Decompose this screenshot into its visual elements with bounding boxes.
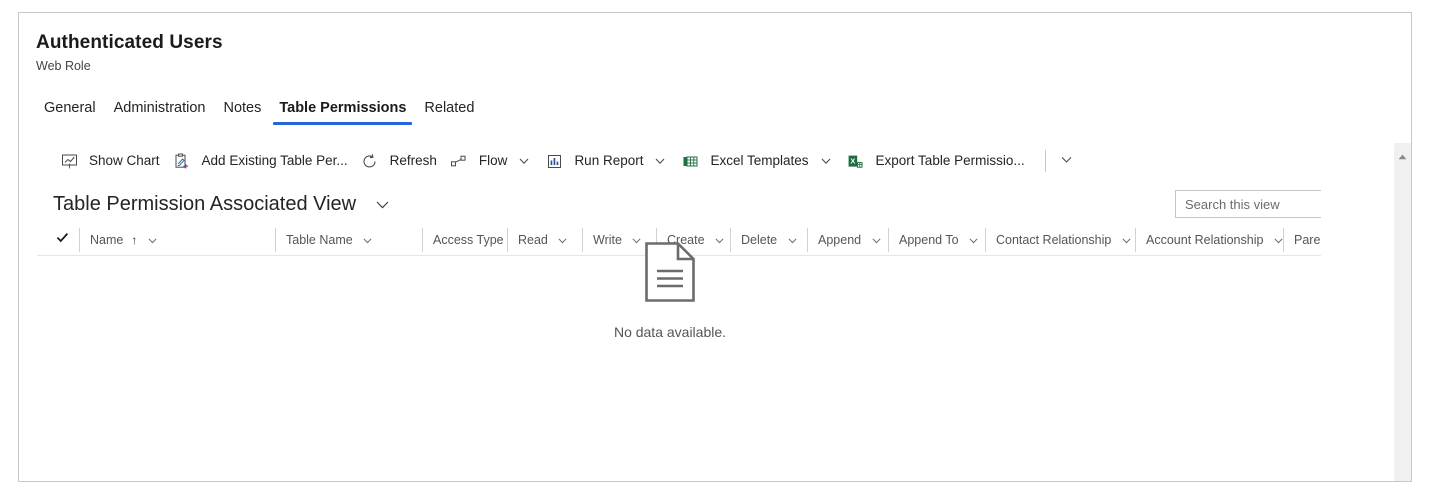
refresh-icon	[360, 151, 380, 171]
refresh-label: Refresh	[389, 153, 437, 168]
chevron-down-icon[interactable]	[1411, 233, 1412, 247]
view-name[interactable]: Table Permission Associated View	[53, 191, 356, 217]
add-existing-table-permission-button[interactable]: Add Existing Table Per...	[166, 145, 354, 177]
vertical-scrollbar[interactable]	[1393, 143, 1411, 481]
tab-administration[interactable]: Administration	[105, 100, 215, 125]
run-report-icon	[544, 151, 564, 171]
run-report-button[interactable]: Run Report	[538, 145, 674, 177]
chevron-down-icon[interactable]	[516, 153, 532, 169]
excel-templates-button[interactable]: Excel Templates	[674, 145, 839, 177]
empty-state-message: No data available.	[613, 324, 727, 340]
flow-icon	[449, 151, 469, 171]
svg-text:X: X	[850, 156, 855, 165]
flow-button[interactable]: Flow	[443, 145, 539, 177]
page-title: Authenticated Users	[36, 32, 223, 53]
export-excel-icon: X	[846, 151, 866, 171]
record-form-panel: Authenticated Users Web Role General Adm…	[18, 12, 1412, 482]
subgrid-container: Show Chart Add Existing Table Per... Ref…	[19, 141, 1411, 481]
search-input[interactable]	[1176, 196, 1341, 212]
view-selector-chevron-down-icon[interactable]	[372, 194, 392, 214]
show-chart-label: Show Chart	[89, 153, 160, 168]
form-tab-strip: General Administration Notes Table Permi…	[36, 93, 1411, 125]
tab-notes[interactable]: Notes	[214, 100, 270, 125]
show-chart-button[interactable]: Show Chart	[53, 145, 166, 177]
record-header: Authenticated Users Web Role	[19, 13, 1411, 74]
tab-general[interactable]: General	[35, 100, 105, 125]
tab-related[interactable]: Related	[415, 100, 483, 125]
chevron-down-icon	[1060, 153, 1073, 169]
view-selector-row: Table Permission Associated View	[19, 181, 1411, 227]
tab-table-permissions[interactable]: Table Permissions	[270, 100, 415, 125]
grid-right-gutter	[1321, 141, 1394, 481]
caret-up-icon	[1397, 148, 1408, 166]
show-chart-icon	[59, 151, 79, 171]
chevron-down-icon[interactable]	[818, 153, 834, 169]
record-subtitle: Web Role	[36, 59, 91, 73]
scrollbar-up-button[interactable]	[1394, 148, 1411, 166]
document-icon	[643, 241, 697, 308]
excel-templates-label: Excel Templates	[710, 153, 809, 168]
command-bar-divider	[1044, 150, 1046, 172]
chevron-down-icon[interactable]	[652, 153, 668, 169]
excel-templates-icon	[680, 151, 700, 171]
add-existing-record-icon	[172, 151, 192, 171]
export-table-permissions-label: Export Table Permissio...	[875, 153, 1025, 168]
flow-label: Flow	[478, 153, 508, 168]
command-bar-overflow-button[interactable]	[1054, 145, 1080, 177]
export-table-permissions-button[interactable]: X Export Table Permissio...	[840, 145, 1031, 177]
grid-empty-state: No data available.	[19, 241, 1321, 340]
add-existing-table-permission-label: Add Existing Table Per...	[201, 153, 348, 168]
command-bar: Show Chart Add Existing Table Per... Ref…	[19, 141, 1411, 181]
run-report-label: Run Report	[574, 153, 644, 168]
refresh-button[interactable]: Refresh	[354, 145, 443, 177]
